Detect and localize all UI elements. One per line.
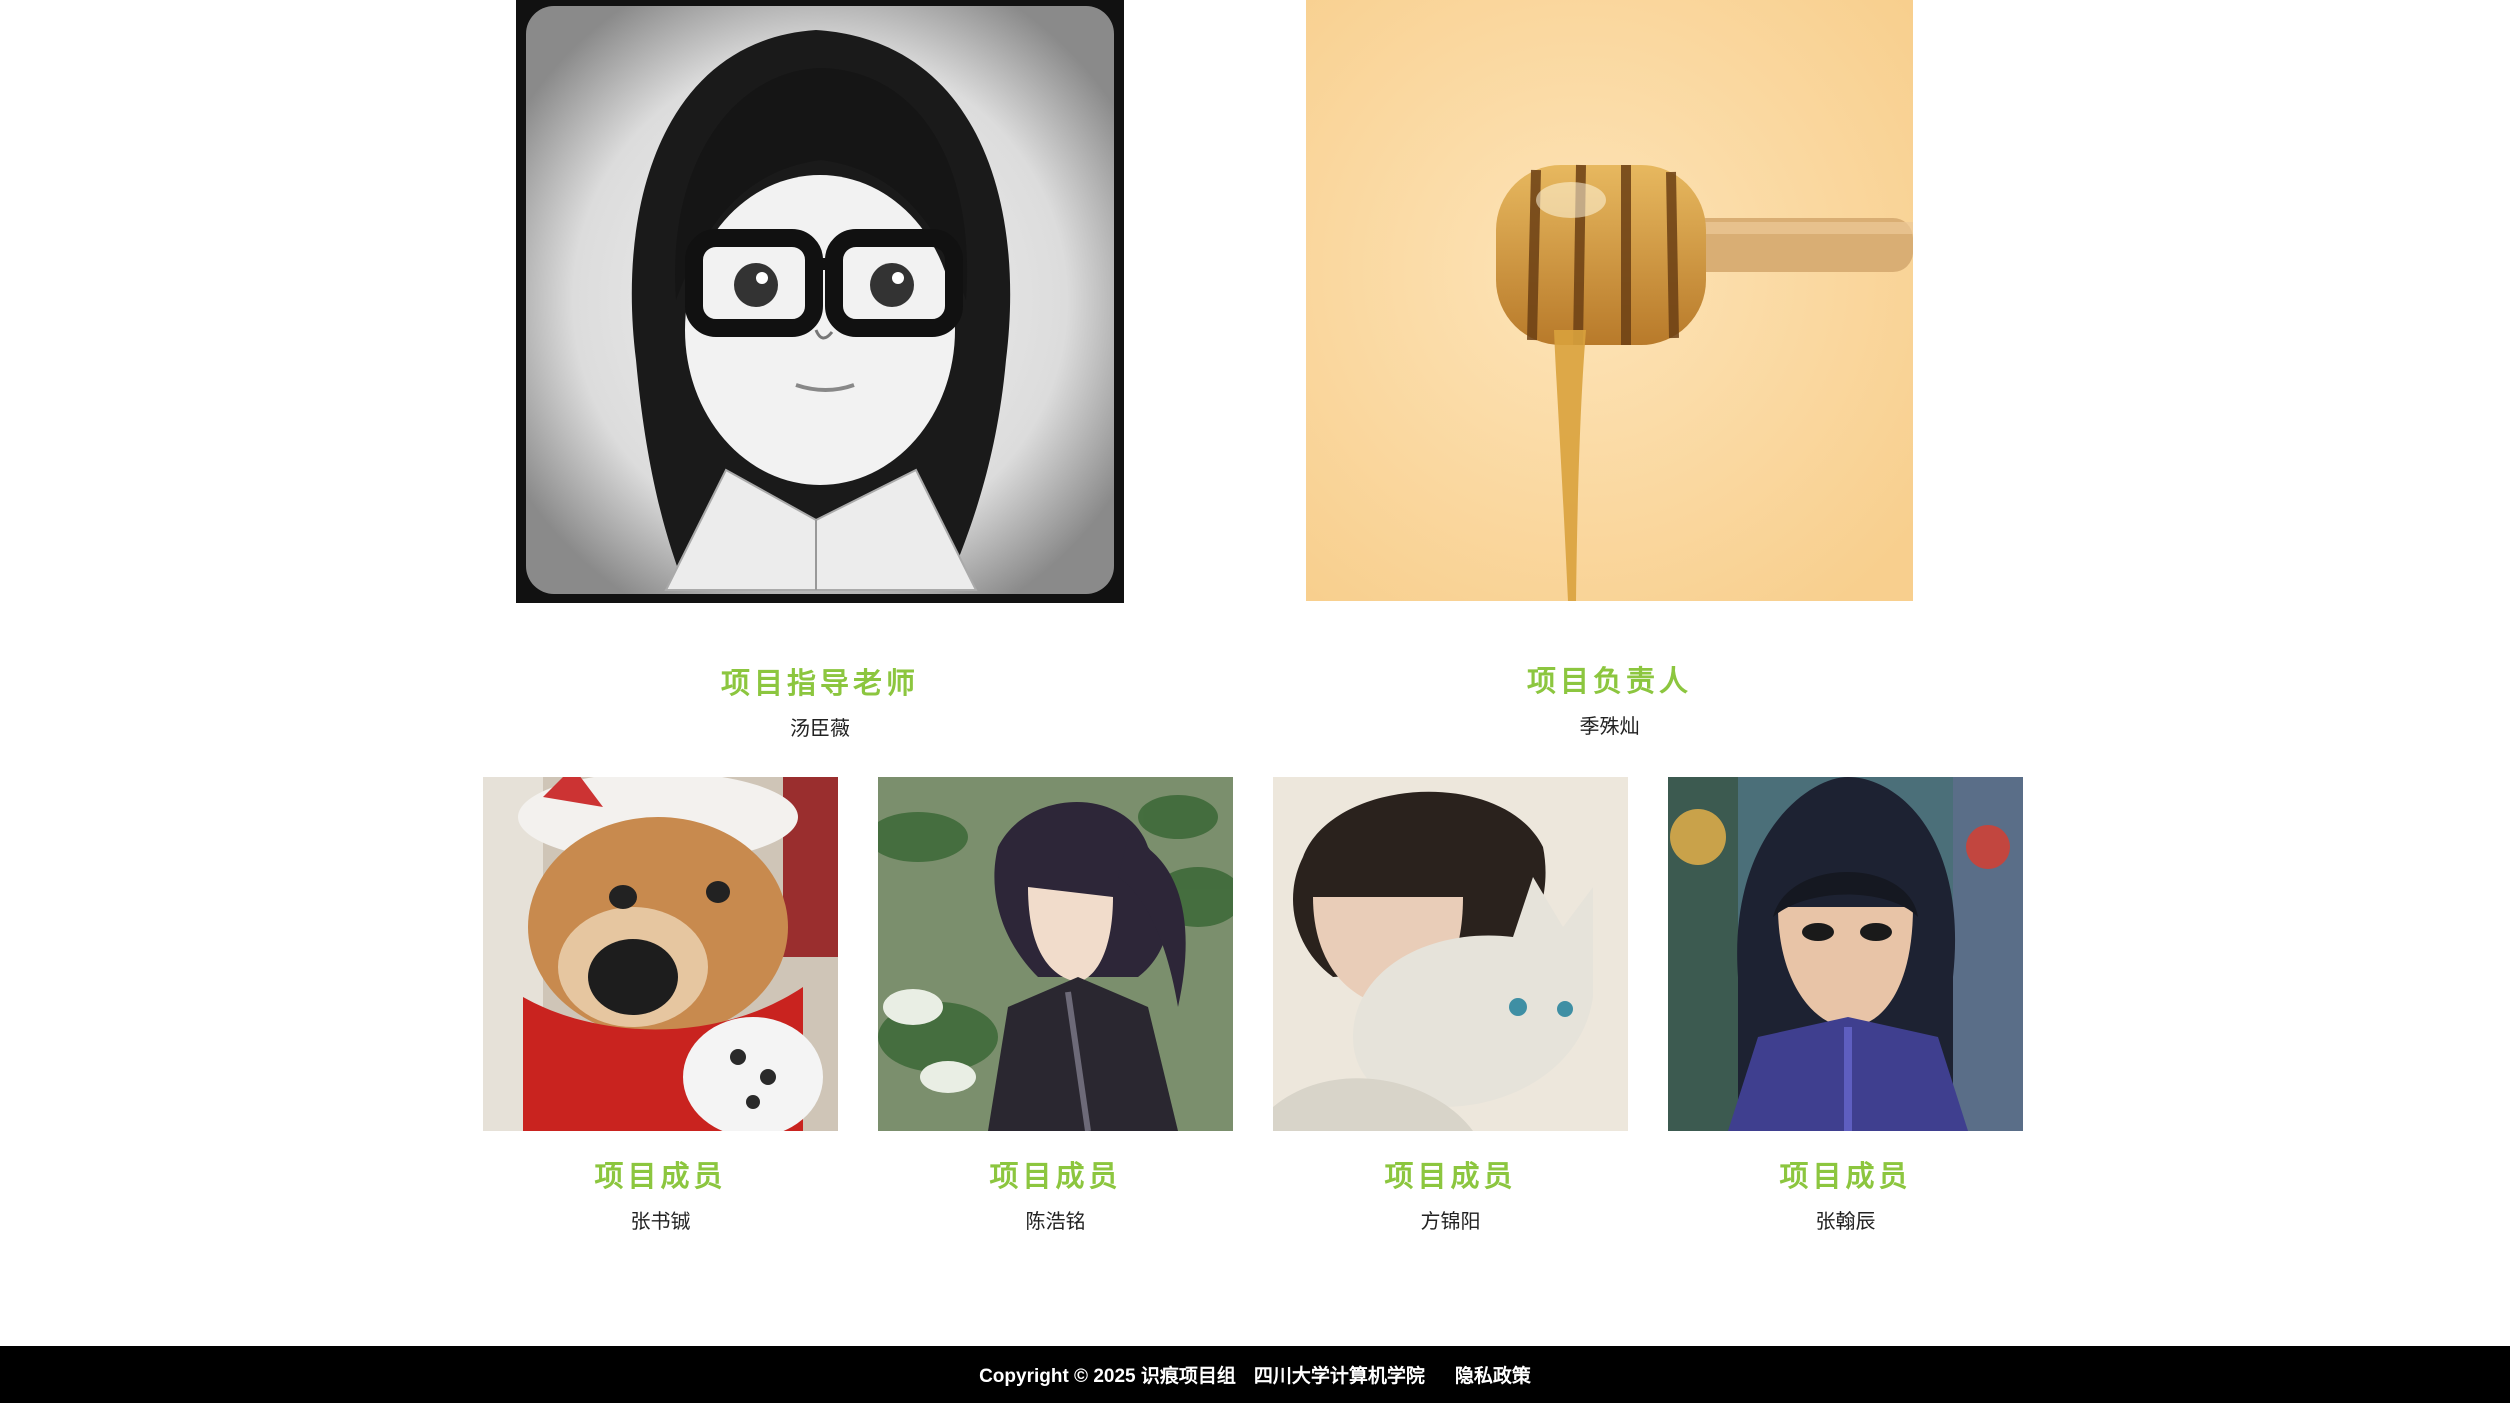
advisor-role: 项目指导老师 <box>720 666 919 700</box>
member-1-photo <box>483 777 838 1131</box>
member-2-photo <box>878 777 1233 1131</box>
member-3-role: 项目成员 <box>1384 1159 1517 1193</box>
anime-boy-hood-image <box>1668 777 2023 1131</box>
anime-boy-with-cat-image <box>1273 777 1628 1131</box>
advisor-photo <box>516 0 1124 603</box>
lead-role: 项目负责人 <box>1526 664 1692 698</box>
footer-school: 四川大学计算机学院 <box>1253 1366 1425 1387</box>
member-1-role: 项目成员 <box>594 1159 727 1193</box>
site-footer: Copyright © 2025 识痕项目组 四川大学计算机学院 隐私政策 <box>0 1346 2510 1403</box>
member-card-2: 项目成员 陈浩铭 <box>878 777 1233 1237</box>
member-3-photo <box>1273 777 1628 1131</box>
member-2-role: 项目成员 <box>989 1159 1122 1193</box>
member-3-name: 方锦阳 <box>1420 1209 1481 1233</box>
anime-boy-ponytail-image <box>878 777 1233 1131</box>
team-page: 项目指导老师 汤臣薇 项目负责人 季殊灿 项目成员 张书铖 项目成员 陈浩铭 项… <box>0 0 2510 1403</box>
member-card-4: 项目成员 张翰辰 <box>1668 777 2023 1237</box>
member-card-3: 项目成员 方锦阳 <box>1273 777 1628 1237</box>
leader-card-advisor: 项目指导老师 汤臣薇 <box>516 0 1124 745</box>
leader-card-lead: 项目负责人 季殊灿 <box>1306 0 1913 745</box>
member-4-name: 张翰辰 <box>1815 1209 1876 1233</box>
advisor-name: 汤臣薇 <box>790 716 850 740</box>
dog-in-hat-image <box>483 777 838 1131</box>
member-1-name: 张书铖 <box>630 1209 691 1233</box>
lead-photo <box>1306 0 1913 601</box>
honey-dipper-image <box>1306 0 1913 601</box>
member-card-1: 项目成员 张书铖 <box>483 777 838 1237</box>
member-4-role: 项目成员 <box>1779 1159 1912 1193</box>
privacy-policy-link[interactable]: 隐私政策 <box>1455 1361 1531 1388</box>
member-4-photo <box>1668 777 2023 1131</box>
member-2-name: 陈浩铭 <box>1025 1209 1086 1233</box>
footer-copyright: Copyright © 2025 识痕项目组 <box>979 1366 1236 1387</box>
lead-name: 季殊灿 <box>1579 714 1640 738</box>
cartoon-girl-portrait-image <box>526 6 1114 594</box>
